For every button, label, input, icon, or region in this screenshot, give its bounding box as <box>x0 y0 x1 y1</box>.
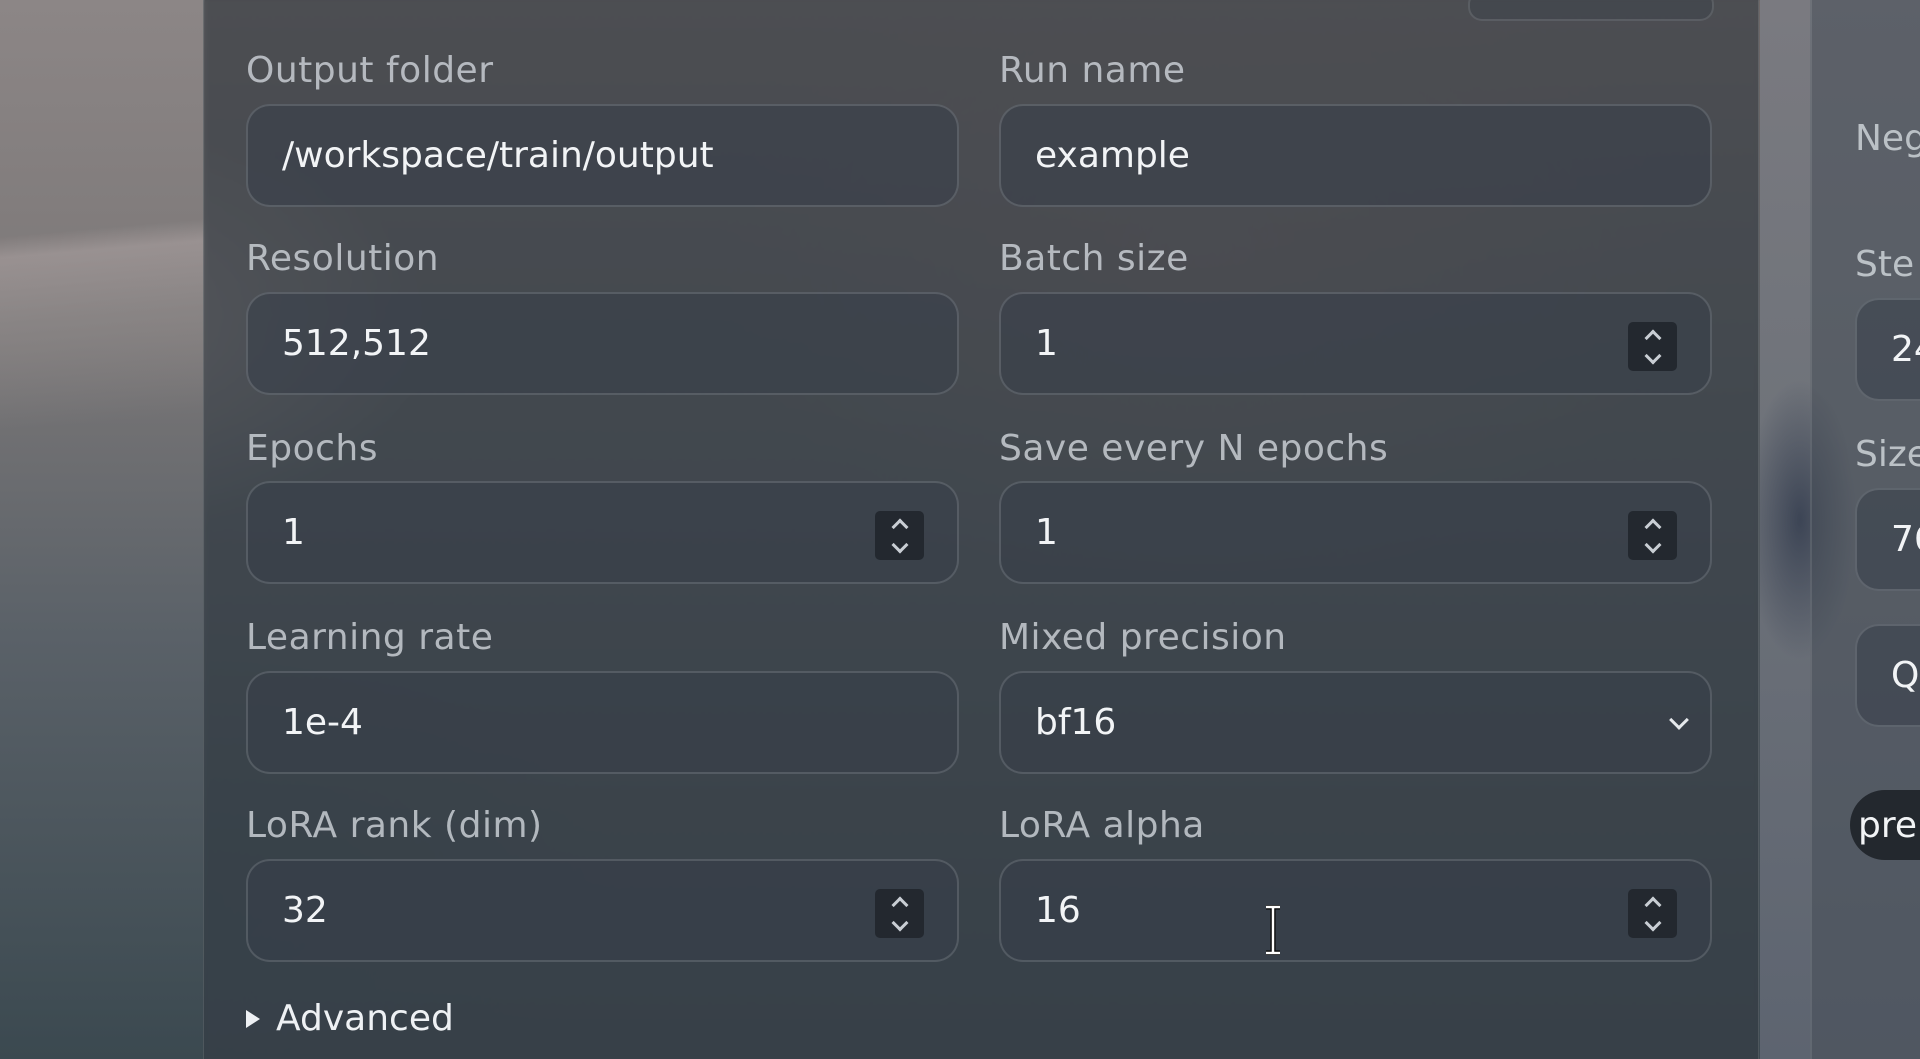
text-cursor-icon <box>1266 905 1280 955</box>
lora-alpha-label: LoRA alpha <box>999 805 1205 846</box>
steps-value: 24 <box>1891 329 1920 370</box>
batch-size-spinner-icon[interactable] <box>1628 322 1677 371</box>
lora-alpha-spinner-icon[interactable] <box>1628 889 1677 938</box>
preset-pill-label: pre <box>1858 804 1918 846</box>
save-every-label: Save every N epochs <box>999 428 1389 469</box>
q-field[interactable]: Q <box>1855 624 1920 727</box>
lora-rank-label: LoRA rank (dim) <box>246 805 543 846</box>
negative-prompt-label: Neg <box>1855 118 1920 159</box>
learning-rate-input[interactable]: 1e-4 <box>246 671 959 774</box>
batch-size-input[interactable]: 1 <box>999 292 1712 395</box>
epochs-value: 1 <box>282 512 305 553</box>
epochs-input[interactable]: 1 <box>246 481 959 584</box>
lora-rank-input[interactable]: 32 <box>246 859 959 962</box>
lora-alpha-input[interactable]: 16 <box>999 859 1712 962</box>
run-name-label: Run name <box>999 50 1186 91</box>
q-value: Q <box>1891 655 1920 696</box>
resolution-input[interactable]: 512,512 <box>246 292 959 395</box>
run-name-value: example <box>1035 135 1190 176</box>
steps-input[interactable]: 24 <box>1855 298 1920 401</box>
top-control-edge[interactable] <box>1468 0 1714 21</box>
mixed-precision-select[interactable]: bf16 <box>999 671 1712 774</box>
output-folder-label: Output folder <box>246 50 494 91</box>
size-value: 76 <box>1891 519 1920 560</box>
disclosure-triangle-icon <box>246 1009 260 1028</box>
mixed-precision-value: bf16 <box>1035 702 1117 743</box>
resolution-label: Resolution <box>246 238 440 279</box>
save-every-spinner-icon[interactable] <box>1628 511 1677 560</box>
output-folder-input[interactable]: /workspace/train/output <box>246 104 959 207</box>
epochs-label: Epochs <box>246 428 378 469</box>
size-input[interactable]: 76 <box>1855 488 1920 591</box>
save-every-input[interactable]: 1 <box>999 481 1712 584</box>
batch-size-label: Batch size <box>999 238 1189 279</box>
advanced-label: Advanced <box>276 998 454 1039</box>
learning-rate-value: 1e-4 <box>282 702 363 743</box>
lora-rank-spinner-icon[interactable] <box>875 889 924 938</box>
preset-pill-button[interactable]: pre <box>1850 790 1920 860</box>
run-name-input[interactable]: example <box>999 104 1712 207</box>
mixed-precision-label: Mixed precision <box>999 617 1287 658</box>
learning-rate-label: Learning rate <box>246 617 494 658</box>
output-folder-value: /workspace/train/output <box>282 135 714 176</box>
chevron-down-icon <box>1669 710 1689 730</box>
epochs-spinner-icon[interactable] <box>875 511 924 560</box>
save-every-value: 1 <box>1035 512 1058 553</box>
advanced-toggle[interactable]: Advanced <box>246 998 454 1039</box>
background-left <box>0 0 205 1059</box>
size-label: Size <box>1855 434 1920 475</box>
lora-alpha-value: 16 <box>1035 890 1081 931</box>
steps-label: Ste <box>1855 244 1915 285</box>
batch-size-value: 1 <box>1035 323 1058 364</box>
lora-rank-value: 32 <box>282 890 328 931</box>
resolution-value: 512,512 <box>282 323 431 364</box>
